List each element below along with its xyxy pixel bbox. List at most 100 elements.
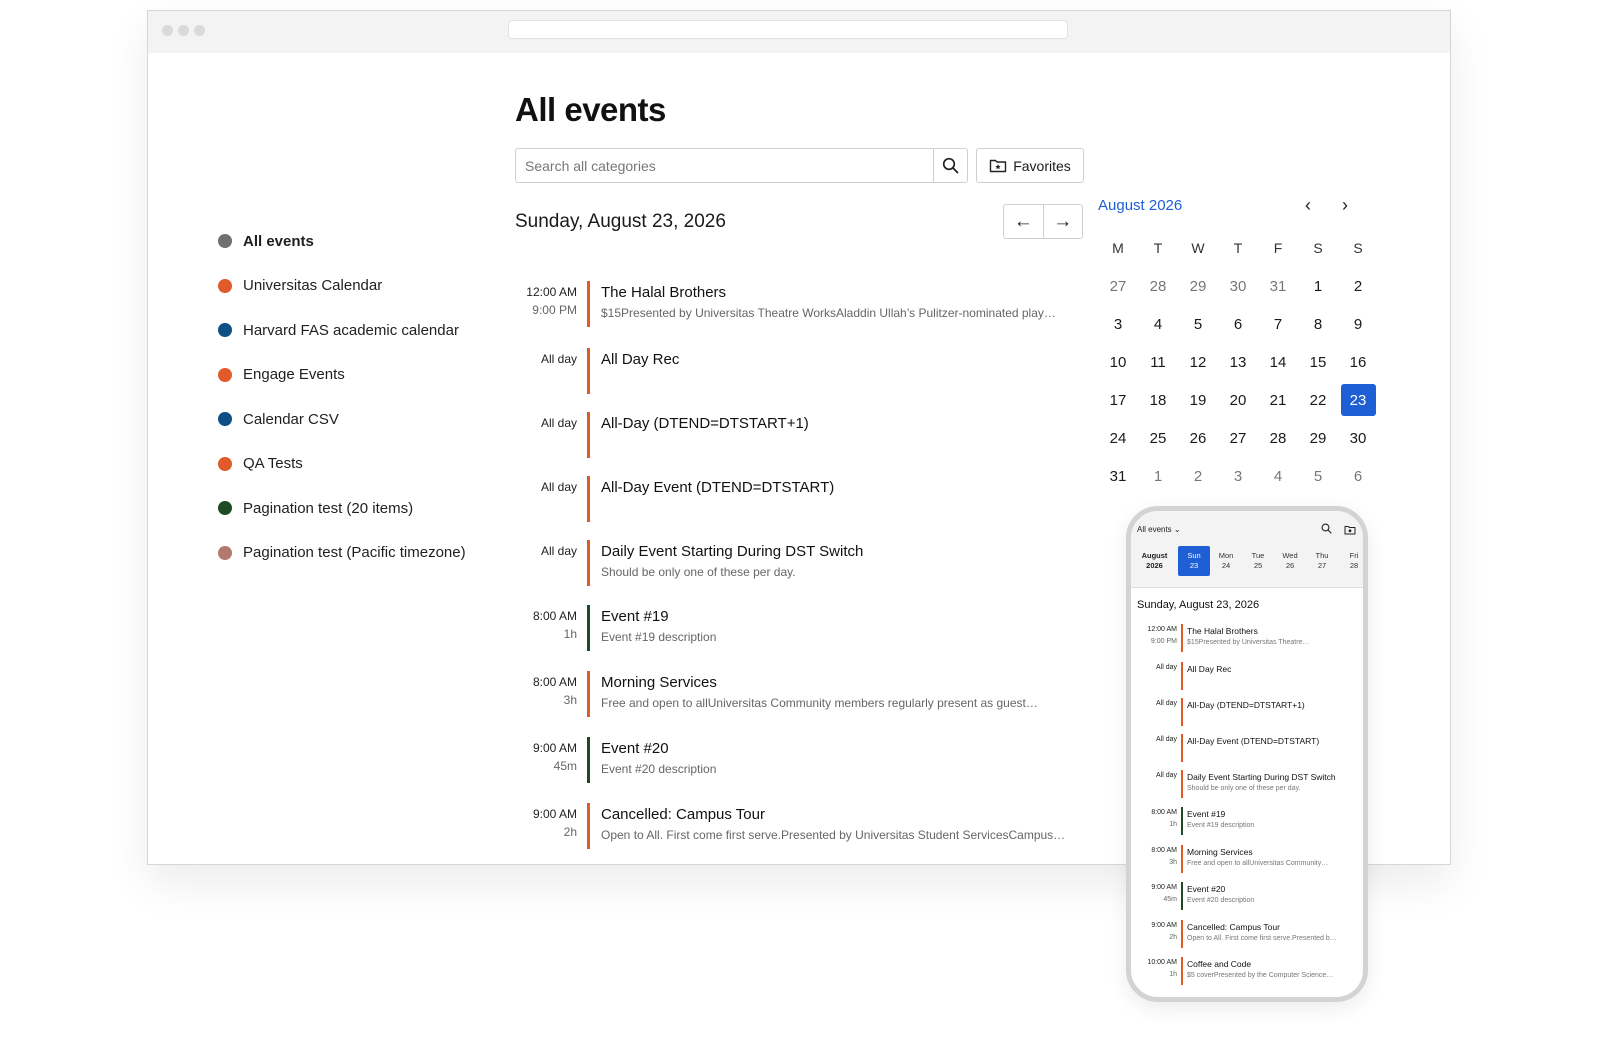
category-item[interactable]: Engage Events xyxy=(218,353,466,398)
event-row[interactable]: 12:00 AM 9:00 PM The Halal Brothers $15Pres… xyxy=(515,281,1075,329)
category-item[interactable]: All events xyxy=(218,219,466,264)
calendar-day[interactable]: 17 xyxy=(1098,381,1138,419)
calendar-day[interactable]: 1 xyxy=(1138,457,1178,495)
address-bar[interactable] xyxy=(508,20,1068,39)
category-item[interactable]: Harvard FAS academic calendar xyxy=(218,308,466,353)
phone-event-start-time: 8:00 AM xyxy=(1151,847,1177,854)
event-start-time: 9:00 AM xyxy=(532,807,577,821)
calendar-day-selected[interactable]: 23 xyxy=(1338,381,1378,419)
calendar-day[interactable]: 4 xyxy=(1138,305,1178,343)
calendar-day[interactable]: 2 xyxy=(1178,457,1218,495)
event-row[interactable]: 8:00 AM 1h Event #19 Event #19 description xyxy=(515,605,1075,653)
calendar-day[interactable]: 29 xyxy=(1178,267,1218,305)
calendar-day[interactable]: 29 xyxy=(1298,419,1338,457)
calendar-day[interactable]: 12 xyxy=(1178,343,1218,381)
phone-event-description: Should be only one of these per day. xyxy=(1187,785,1301,792)
category-item[interactable]: Pagination test (Pacific timezone) xyxy=(218,531,466,576)
event-start-time: All day xyxy=(540,480,577,494)
event-row[interactable]: 9:00 AM 45m Event #20 Event #20 description xyxy=(515,737,1075,785)
calendar-day[interactable]: 9 xyxy=(1338,305,1378,343)
phone-event-end-time: 3h xyxy=(1169,859,1177,866)
calendar-day[interactable]: 30 xyxy=(1338,419,1378,457)
calendar-day[interactable]: 2 xyxy=(1338,267,1378,305)
next-day-button[interactable]: → xyxy=(1042,205,1083,238)
calendar-day[interactable]: 19 xyxy=(1178,381,1218,419)
favorites-button[interactable]: Favorites xyxy=(976,148,1084,183)
category-item[interactable]: Pagination test (20 items) xyxy=(218,486,466,531)
previous-day-button[interactable]: ← xyxy=(1004,205,1043,238)
calendar-day[interactable]: 15 xyxy=(1298,343,1338,381)
search-button[interactable] xyxy=(933,149,967,182)
category-color-dot xyxy=(218,412,232,427)
calendar-day[interactable]: 5 xyxy=(1178,305,1218,343)
phone-day-name: Wed xyxy=(1282,551,1298,560)
calendar-day[interactable]: 24 xyxy=(1098,419,1138,457)
calendar-day[interactable]: 28 xyxy=(1258,419,1298,457)
calendar-day[interactable]: 13 xyxy=(1218,343,1258,381)
calendar-day[interactable]: 1 xyxy=(1298,267,1338,305)
calendar-day-number: 16 xyxy=(1349,353,1367,371)
calendar-day[interactable]: 25 xyxy=(1138,419,1178,457)
phone-event-row[interactable]: 10:00 AM 1h Coffee and Code $5 coverPresent… xyxy=(1131,957,1363,987)
phone-day-tab[interactable]: Fri 28 xyxy=(1338,546,1363,576)
window-minimize-dot[interactable] xyxy=(178,25,189,36)
calendar-day[interactable]: 6 xyxy=(1218,305,1258,343)
calendar-day[interactable]: 22 xyxy=(1298,381,1338,419)
category-item[interactable]: Universitas Calendar xyxy=(218,264,466,309)
calendar-day[interactable]: 3 xyxy=(1218,457,1258,495)
calendar-day[interactable]: 31 xyxy=(1258,267,1298,305)
calendar-day[interactable]: 26 xyxy=(1178,419,1218,457)
phone-event-start-time: All day xyxy=(1155,772,1177,779)
phone-favorites-button[interactable] xyxy=(1344,522,1356,540)
calendar-day[interactable]: 20 xyxy=(1218,381,1258,419)
event-row[interactable]: 8:00 AM 3h Morning Services Free and open t… xyxy=(515,671,1075,719)
event-row[interactable]: All day All-Day (DTEND=DTSTART+1) xyxy=(515,412,1075,460)
calendar-day[interactable]: 14 xyxy=(1258,343,1298,381)
calendar-day[interactable]: 6 xyxy=(1338,457,1378,495)
calendar-day[interactable]: 16 xyxy=(1338,343,1378,381)
category-item[interactable]: Calendar CSV xyxy=(218,397,466,442)
category-item[interactable]: QA Tests xyxy=(218,442,466,487)
event-row[interactable]: All day Daily Event Starting During DST S… xyxy=(515,540,1075,588)
phone-event-row[interactable]: All day All Day Rec xyxy=(1131,662,1363,692)
phone-calendar-selector[interactable]: All events ⌄ xyxy=(1137,525,1181,534)
calendar-day[interactable]: 18 xyxy=(1138,381,1178,419)
window-close-dot[interactable] xyxy=(162,25,173,36)
calendar-day[interactable]: 7 xyxy=(1258,305,1298,343)
calendar-day[interactable]: 27 xyxy=(1218,419,1258,457)
calendar-day[interactable]: 31 xyxy=(1098,457,1138,495)
calendar-day[interactable]: 3 xyxy=(1098,305,1138,343)
phone-search-button[interactable] xyxy=(1321,521,1332,539)
calendar-day[interactable]: 11 xyxy=(1138,343,1178,381)
calendar-day[interactable]: 10 xyxy=(1098,343,1138,381)
calendar-day[interactable]: 4 xyxy=(1258,457,1298,495)
phone-event-row[interactable]: All day All-Day Event (DTEND=DTSTART) xyxy=(1131,734,1363,764)
event-row[interactable]: 9:00 AM 2h Cancelled: Campus Tour Open to A… xyxy=(515,803,1075,851)
phone-day-tab[interactable]: Thu 27 xyxy=(1306,546,1338,576)
calendar-next-button[interactable]: › xyxy=(1335,195,1355,216)
calendar-day[interactable]: 30 xyxy=(1218,267,1258,305)
phone-event-row[interactable]: All day All-Day (DTEND=DTSTART+1) xyxy=(1131,698,1363,728)
calendar-day[interactable]: 27 xyxy=(1098,267,1138,305)
phone-event-row[interactable]: 12:00 AM 9:00 PM The Halal Brothers $15Pres… xyxy=(1131,624,1363,654)
calendar-day-number: 24 xyxy=(1109,429,1127,447)
phone-event-row[interactable]: All day Daily Event Starting During DST S… xyxy=(1131,770,1363,800)
phone-event-row[interactable]: 8:00 AM 1h Event #19 Event #19 description xyxy=(1131,807,1363,837)
phone-day-tab[interactable]: Wed 26 xyxy=(1274,546,1306,576)
calendar-day[interactable]: 21 xyxy=(1258,381,1298,419)
phone-day-tab[interactable]: Mon 24 xyxy=(1210,546,1242,576)
phone-day-tab[interactable]: Tue 25 xyxy=(1242,546,1274,576)
phone-day-tab[interactable]: Sun 23 xyxy=(1178,546,1210,576)
phone-event-row[interactable]: 9:00 AM 45m Event #20 Event #20 description xyxy=(1131,882,1363,912)
event-row[interactable]: All day All-Day Event (DTEND=DTSTART) xyxy=(515,476,1075,524)
window-zoom-dot[interactable] xyxy=(194,25,205,36)
calendar-day[interactable]: 8 xyxy=(1298,305,1338,343)
phone-date-heading: Sunday, August 23, 2026 xyxy=(1137,599,1260,611)
calendar-day[interactable]: 28 xyxy=(1138,267,1178,305)
calendar-day[interactable]: 5 xyxy=(1298,457,1338,495)
search-input[interactable] xyxy=(516,149,933,182)
event-row[interactable]: All day All Day Rec xyxy=(515,348,1075,396)
phone-event-row[interactable]: 8:00 AM 3h Morning Services Free and open t… xyxy=(1131,845,1363,875)
phone-event-row[interactable]: 9:00 AM 2h Cancelled: Campus Tour Open to A… xyxy=(1131,920,1363,950)
calendar-prev-button[interactable]: ‹ xyxy=(1298,195,1318,216)
